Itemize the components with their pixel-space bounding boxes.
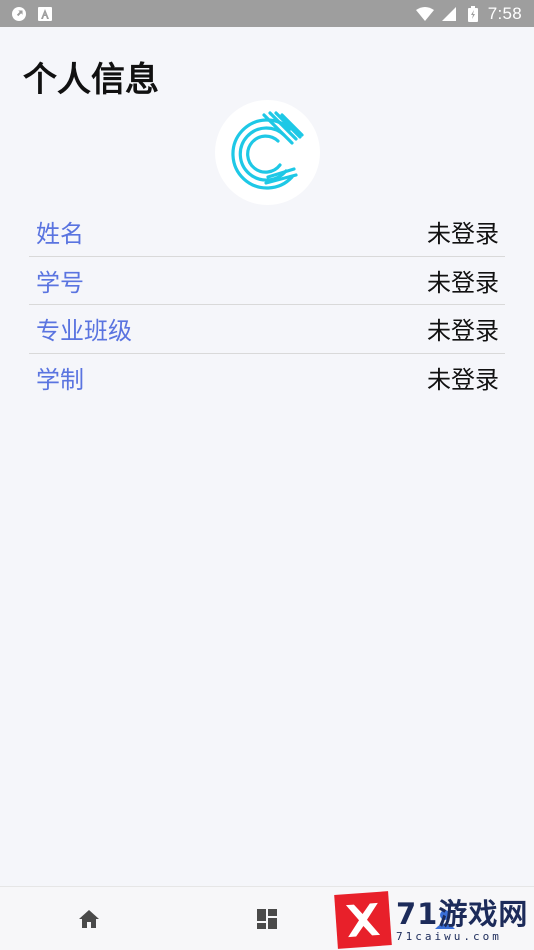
page-title: 个人信息: [23, 60, 159, 100]
status-bar: 7:58: [0, 0, 534, 27]
nav-home[interactable]: [0, 887, 178, 950]
dashboard-icon: [257, 908, 277, 929]
status-clock: 7:58: [487, 3, 522, 23]
avatar[interactable]: [215, 100, 320, 205]
app-logo-icon: [230, 110, 304, 190]
watermark-domain: 71caiwu.com: [396, 929, 502, 943]
profile-info-list: 姓名 未登录 学号 未登录 专业班级 未登录 学制 未登录: [29, 208, 505, 402]
field-label: 学制: [36, 366, 84, 395]
field-value: 未登录: [427, 220, 499, 249]
field-value: 未登录: [427, 268, 499, 297]
status-right: 7:58: [415, 3, 522, 24]
field-value: 未登录: [427, 366, 499, 395]
watermark: 71游戏网 71caiwu.com: [334, 890, 534, 950]
wifi-icon: [415, 5, 434, 23]
field-value: 未登录: [427, 317, 499, 346]
sync-icon: [10, 5, 28, 23]
watermark-text: 71游戏网 71caiwu.com: [396, 898, 528, 943]
nav-dashboard[interactable]: [178, 887, 356, 950]
home-icon: [79, 909, 99, 928]
field-label: 学号: [36, 268, 84, 297]
field-label: 姓名: [36, 220, 84, 249]
watermark-logo-icon: [334, 891, 392, 949]
a-badge-icon: [36, 5, 54, 23]
profile-row-duration[interactable]: 学制 未登录: [29, 354, 505, 403]
field-label: 专业班级: [36, 317, 132, 346]
profile-row-name[interactable]: 姓名 未登录: [29, 208, 505, 257]
watermark-brand: 71游戏网: [396, 896, 529, 931]
profile-row-major-class[interactable]: 专业班级 未登录: [29, 305, 505, 354]
signal-icon: [440, 5, 458, 23]
status-left: [10, 5, 54, 23]
battery-icon: [464, 5, 482, 23]
profile-row-student-id[interactable]: 学号 未登录: [29, 257, 505, 305]
